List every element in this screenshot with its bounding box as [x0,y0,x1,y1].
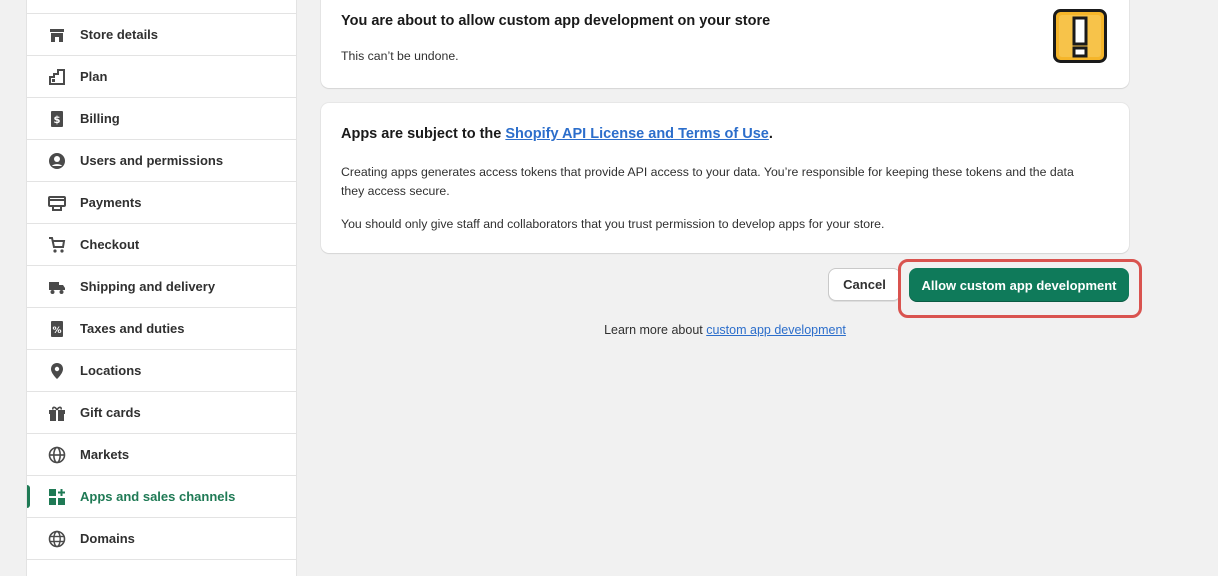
sidebar-item-label: Markets [80,447,130,462]
user-icon [47,151,67,171]
terms-paragraph-2: You should only give staff and collabora… [341,217,885,231]
sidebar-item-label: Gift cards [80,405,141,420]
sidebar-item-label: Taxes and duties [80,321,185,336]
sidebar-item-users[interactable]: Users and permissions [27,140,296,182]
sidebar-item-label: Locations [80,363,142,378]
sidebar-item-plan[interactable]: Plan [27,56,296,98]
sidebar-item-store-details[interactable]: Store details [27,14,296,56]
sidebar-item-partial[interactable] [27,560,296,576]
sidebar-item-markets[interactable]: Markets [27,434,296,476]
domains-globe-icon [47,529,67,549]
tax-icon: % [47,319,67,339]
sidebar-item-checkout[interactable]: Checkout [27,224,296,266]
terms-link[interactable]: Shopify API License and Terms of Use [505,126,768,142]
sidebar-item-label: Plan [80,69,108,84]
sidebar-item-label: Apps and sales channels [80,489,236,504]
partial-icon [47,571,67,576]
terms-title: Apps are subject to the Shopify API Lice… [341,126,773,142]
terms-card: Apps are subject to the Shopify API Lice… [321,103,1129,253]
cart-icon [47,235,67,255]
sidebar-item-label: Checkout [80,237,140,252]
allow-custom-app-development-button[interactable]: Allow custom app development [909,268,1129,302]
location-pin-icon [47,361,67,381]
sidebar-item-label: Billing [80,111,120,126]
terms-paragraph-1: Creating apps generates access tokens th… [341,165,1074,198]
warning-title: You are about to allow custom app develo… [341,13,771,29]
sidebar-item-top[interactable] [27,0,296,14]
sidebar-item-domains[interactable]: Domains [27,518,296,560]
payments-icon [47,193,67,213]
svg-text:%: % [52,326,61,336]
globe-icon [47,445,67,465]
learn-more-text: Learn more about custom app development [321,323,1129,337]
terms-title-suffix: . [768,126,773,142]
settings-sidebar: Store details Plan $ Billing Users and p… [26,0,297,576]
sidebar-item-shipping[interactable]: Shipping and delivery [27,266,296,308]
sidebar-item-label: Store details [80,27,159,42]
sidebar-list: Store details Plan $ Billing Users and p… [27,0,296,576]
sidebar-item-billing[interactable]: $ Billing [27,98,296,140]
terms-title-prefix: Apps are subject to the [341,126,506,142]
sidebar-item-locations[interactable]: Locations [27,350,296,392]
sidebar-item-apps[interactable]: Apps and sales channels [27,476,296,518]
store-icon [47,25,67,45]
cancel-button[interactable]: Cancel [828,268,901,301]
plan-icon [47,67,67,87]
warning-card: You are about to allow custom app develo… [321,0,1129,88]
sidebar-item-label: Users and permissions [80,153,224,168]
custom-app-development-link[interactable]: custom app development [706,323,846,337]
svg-text:$: $ [54,115,61,126]
gift-icon [47,403,67,423]
billing-icon: $ [47,109,67,129]
learn-more-prefix: Learn more about [604,323,707,337]
truck-icon [47,277,67,297]
warning-text: This can’t be undone. [341,49,459,63]
sidebar-item-taxes[interactable]: % Taxes and duties [27,308,296,350]
sidebar-item-payments[interactable]: Payments [27,182,296,224]
apps-icon [47,487,67,507]
exclamation-icon [1053,9,1107,63]
sidebar-item-label: Shipping and delivery [80,279,216,294]
sidebar-item-label: Domains [80,531,135,546]
sidebar-item-label: Payments [80,195,142,210]
sidebar-item-gift-cards[interactable]: Gift cards [27,392,296,434]
